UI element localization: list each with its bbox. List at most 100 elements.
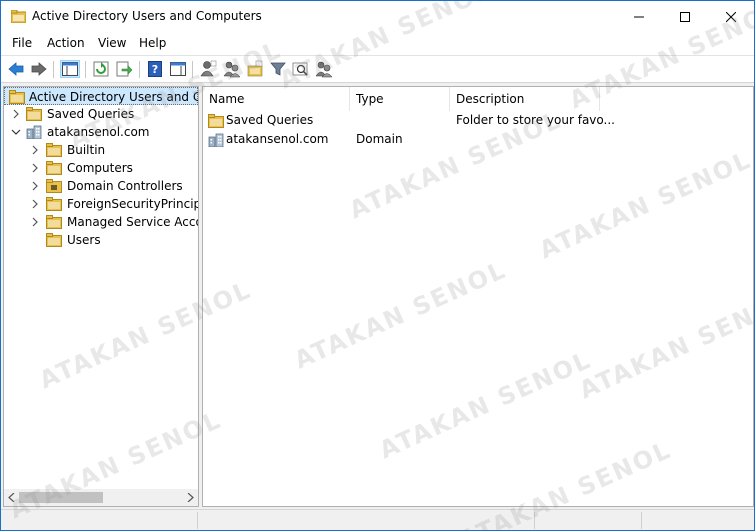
menu-action[interactable]: Action [47,36,85,50]
folder-app-icon [11,10,26,23]
find-button[interactable] [291,60,311,78]
chevron-right-icon[interactable] [30,181,40,191]
menu-help[interactable]: Help [139,36,166,50]
tree-item-managed-service-accounts[interactable]: Managed Service Accounts [4,213,198,231]
tree-root-item[interactable]: Active Directory Users and Com [4,87,198,105]
tree-item-computers[interactable]: Computers [4,159,198,177]
tree-item-label: Saved Queries [47,107,135,121]
svg-text:?: ? [152,63,158,76]
domain-icon [26,125,42,139]
tree-item-builtin[interactable]: Builtin [4,141,198,159]
back-arrow-icon [8,62,24,76]
column-header-name[interactable]: Name [203,87,350,111]
forward-button[interactable] [29,60,49,78]
export-list-button[interactable] [114,60,134,78]
list-row[interactable]: atakansenol.com Domain [203,130,753,149]
tree-item-label: Managed Service Accounts [67,215,198,229]
menu-file[interactable]: File [12,36,32,50]
console-tree-button[interactable] [60,60,80,78]
folder-icon [26,107,42,121]
folder-icon [46,197,62,211]
list-row[interactable]: Saved Queries Folder to store your favo.… [203,111,753,130]
scroll-left-arrow-icon[interactable] [8,493,16,502]
action-pane-icon [170,62,186,76]
ou-folder-icon [46,179,62,193]
minimize-button[interactable] [616,1,662,33]
list-cell-description: Folder to store your favo... [456,113,615,127]
domain-icon [208,133,224,147]
chevron-right-icon[interactable] [30,163,40,173]
chevron-right-icon[interactable] [30,217,40,227]
details-list-pane[interactable]: Name Type Description Saved Queries Fold… [202,86,754,507]
folder-icon [208,114,224,128]
new-group-button[interactable] [222,60,242,78]
tree-item-label: Computers [67,161,133,175]
toolbar-separator [139,61,140,78]
add-to-group-button[interactable] [314,60,334,78]
toolbar-separator [85,61,86,78]
show-action-pane-button[interactable] [168,60,188,78]
tree-item-label: Domain Controllers [67,179,183,193]
minimize-icon [634,16,644,18]
chevron-right-icon[interactable] [30,145,40,155]
folder-icon [46,215,62,229]
maximize-button[interactable] [662,1,708,33]
console-tree-pane[interactable]: Active Directory Users and Com Saved Que… [3,86,199,507]
column-header-type[interactable]: Type [350,87,450,111]
find-icon [292,62,308,76]
status-separator [197,512,198,529]
folder-icon [46,161,62,175]
tree-root-label: Active Directory Users and Com [29,90,198,104]
tree-item-domain-controllers[interactable]: Domain Controllers [4,177,198,195]
chevron-down-icon[interactable] [11,127,21,137]
menu-bar: File Action View Help [1,33,754,55]
folder-icon [46,143,62,157]
toolbar: ? [1,55,754,83]
tree-item-saved-queries[interactable]: Saved Queries [4,105,198,123]
list-cell-type: Domain [356,132,403,146]
refresh-button[interactable] [91,60,111,78]
list-cell-name: atakansenol.com [226,132,329,146]
app-window: Active Directory Users and Computers Fil… [0,0,755,531]
export-list-icon [116,61,132,77]
close-button[interactable] [708,1,754,33]
scrollbar-thumb[interactable] [19,492,103,503]
chevron-right-icon[interactable] [30,199,40,209]
new-ou-icon [247,60,263,77]
toolbar-separator [192,61,193,78]
column-header-description[interactable]: Description [450,87,600,111]
status-bar [1,509,754,530]
forward-arrow-icon [31,62,47,76]
tree-item-label: atakansenol.com [47,125,150,139]
new-user-icon [200,60,217,77]
tree-item-foreign-security-principals[interactable]: ForeignSecurityPrincipals [4,195,198,213]
folder-icon [46,233,62,247]
refresh-icon [93,61,109,77]
tree-item-users[interactable]: Users [4,231,198,249]
tree-item-label: ForeignSecurityPrincipals [67,197,198,211]
menu-view[interactable]: View [98,36,126,50]
tree-horizontal-scrollbar[interactable] [4,489,198,506]
back-button[interactable] [6,60,26,78]
new-ou-button[interactable] [245,60,265,78]
filter-button[interactable] [268,60,288,78]
new-group-icon [223,61,241,78]
maximize-icon [680,12,690,22]
scroll-right-arrow-icon[interactable] [186,493,194,502]
list-cell-name: Saved Queries [226,113,314,127]
folder-icon [9,90,25,104]
close-icon [726,12,736,22]
filter-icon [270,62,286,76]
toolbar-separator [53,61,54,78]
add-to-group-icon [315,61,333,78]
tree-item-domain[interactable]: atakansenol.com [4,123,198,141]
help-icon: ? [148,61,162,77]
new-user-button[interactable] [198,60,218,78]
console-tree-icon [62,62,78,76]
help-button[interactable]: ? [145,60,165,78]
chevron-right-icon[interactable] [11,109,21,119]
window-title: Active Directory Users and Computers [32,9,262,23]
title-bar[interactable]: Active Directory Users and Computers [1,1,754,33]
tree-item-label: Builtin [67,143,106,157]
status-separator [641,512,642,529]
